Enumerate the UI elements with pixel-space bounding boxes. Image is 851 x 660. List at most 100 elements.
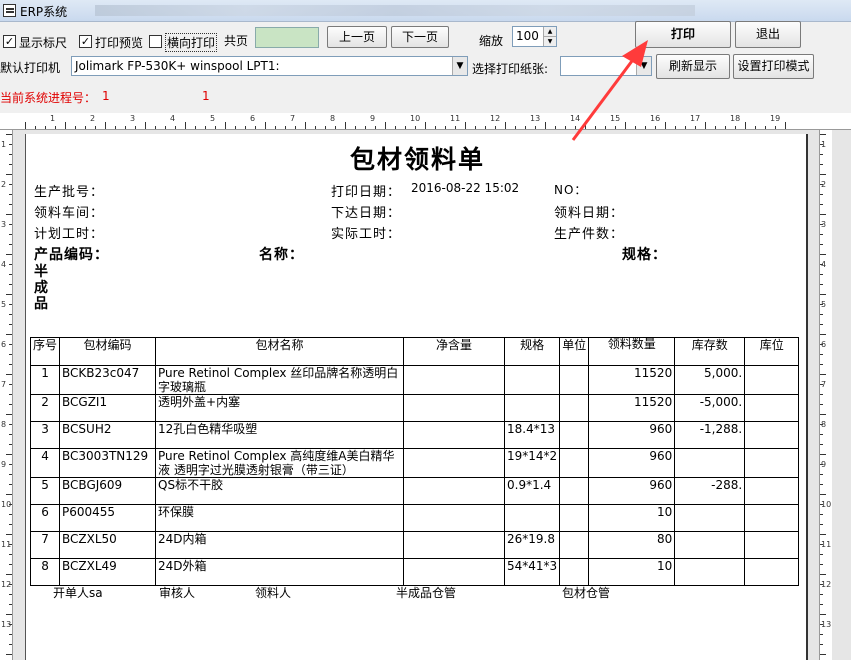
ruler-tick xyxy=(9,364,12,365)
batch-label: 生产批号： xyxy=(34,185,105,200)
ruler-number: 14 xyxy=(570,114,581,123)
ruler-tick xyxy=(9,164,12,165)
paper-select[interactable]: ▼ xyxy=(560,56,652,76)
ruler-tick xyxy=(820,254,826,255)
table-cell-qty: 80 xyxy=(588,531,676,559)
ruler-tick xyxy=(365,126,366,129)
zoom-down-arrow-icon[interactable]: ▼ xyxy=(543,37,556,46)
table-cell-loc xyxy=(744,531,800,559)
chevron-down-icon[interactable]: ▼ xyxy=(452,57,467,75)
ruler-tick xyxy=(495,126,496,129)
refresh-button[interactable]: 刷新显示 xyxy=(656,54,730,79)
ruler-tick xyxy=(9,634,12,635)
ruler-number: 8 xyxy=(821,420,827,429)
show-ruler-checkbox[interactable]: ✓ xyxy=(3,35,16,48)
table-cell-stock: -5,000. xyxy=(674,394,746,422)
ruler-tick xyxy=(175,126,176,129)
ruler-tick xyxy=(85,126,86,129)
ruler-number: 10 xyxy=(410,114,421,123)
chevron-down-icon[interactable]: ▼ xyxy=(636,57,651,75)
ruler-tick xyxy=(35,126,36,129)
table-cell-qty: 11520 xyxy=(588,365,676,395)
ruler-tick xyxy=(9,244,12,245)
zoom-up-arrow-icon[interactable]: ▲ xyxy=(543,27,556,37)
ruler-tick xyxy=(395,126,396,129)
next-page-button[interactable]: 下一页 xyxy=(391,26,449,48)
table-cell-no: 7 xyxy=(29,531,61,559)
ruler-tick xyxy=(225,122,226,129)
ruler-tick xyxy=(9,154,12,155)
ruler-number: 13 xyxy=(821,620,832,629)
table-row: 6 P600455 环保膜 10 xyxy=(29,504,800,532)
landscape-checkbox[interactable] xyxy=(149,35,162,48)
ruler-tick xyxy=(455,126,456,129)
total-pages-field[interactable] xyxy=(255,27,319,48)
table-cell-loc xyxy=(744,421,800,449)
print-button[interactable]: 打印 xyxy=(635,21,731,48)
paper-label: 选择打印纸张: xyxy=(472,62,549,76)
table-cell-loc xyxy=(744,477,800,505)
ruler-tick xyxy=(135,126,136,129)
process-label: 当前系统进程号： xyxy=(0,91,97,105)
app-icon xyxy=(3,4,16,17)
ruler-tick xyxy=(9,324,12,325)
ruler-tick xyxy=(820,244,823,245)
table-cell-spec xyxy=(504,365,561,395)
ruler-tick xyxy=(145,122,146,129)
ruler-tick xyxy=(355,126,356,129)
ruler-tick xyxy=(820,374,826,375)
print-date-value: 2016-08-22 15:02 xyxy=(411,181,520,195)
table-cell-qty: 11520 xyxy=(588,394,676,422)
ruler-tick xyxy=(555,126,556,129)
ruler-tick xyxy=(775,126,776,129)
ruler-tick xyxy=(6,574,12,575)
ruler-number: 6 xyxy=(1,340,7,349)
column-header: 库位 xyxy=(744,337,800,366)
ruler-tick xyxy=(820,414,826,415)
ruler-number: 9 xyxy=(370,114,376,123)
title-bar-obscured-region xyxy=(95,5,695,16)
prev-page-button[interactable]: 上一页 xyxy=(327,26,387,48)
exit-button[interactable]: 退出 xyxy=(735,21,801,48)
ruler-number: 13 xyxy=(530,114,541,123)
ruler-tick xyxy=(705,122,706,129)
table-cell-net xyxy=(403,421,506,449)
ruler-tick xyxy=(6,614,12,615)
setup-print-mode-button[interactable]: 设置打印模式 xyxy=(733,54,814,79)
ruler-tick xyxy=(9,194,12,195)
ruler-tick xyxy=(820,164,823,165)
ruler-tick xyxy=(9,314,12,315)
table-cell-name: Pure Retinol Complex 丝印品牌名称透明白字玻璃瓶 xyxy=(155,365,405,395)
ruler-tick xyxy=(675,126,676,129)
ruler-tick xyxy=(820,564,823,565)
ruler-tick xyxy=(820,134,826,135)
ruler-tick xyxy=(445,126,446,129)
ruler-tick xyxy=(165,126,166,129)
issue-date-label: 下达日期： xyxy=(331,206,402,221)
table-cell-code: P600455 xyxy=(59,504,157,532)
table-cell-spec: 54*41*3 xyxy=(504,558,561,586)
table-cell-loc xyxy=(744,504,800,532)
ruler-tick xyxy=(785,122,786,129)
table-cell-net xyxy=(403,504,506,532)
window-title: ERP系统 xyxy=(20,5,68,19)
ruler-number: 3 xyxy=(1,220,7,229)
table-cell-code: BCZXL50 xyxy=(59,531,157,559)
footer-pack-warehouse: 包材仓管 xyxy=(562,586,611,600)
ruler-tick xyxy=(9,424,12,425)
ruler-tick xyxy=(305,122,306,129)
ruler-number: 5 xyxy=(821,300,827,309)
printer-select[interactable]: Jolimark FP-530K+ winspool LPT1: ▼ xyxy=(71,56,468,76)
zoom-spinner[interactable]: 100 ▲ ▼ xyxy=(512,26,557,47)
column-header: 库存数 xyxy=(674,337,746,366)
ruler-tick xyxy=(635,126,636,129)
prod-qty-label: 生产件数： xyxy=(554,227,625,242)
table-row: 4 BC3003TN129 Pure Retinol Complex 高纯度维A美白… xyxy=(29,448,800,478)
print-page: 包材领料单 生产批号： 打印日期： 2016-08-22 15:02 NO： 领… xyxy=(25,134,808,660)
ruler-tick xyxy=(9,404,12,405)
print-preview-checkbox[interactable]: ✓ xyxy=(79,35,92,48)
horizontal-ruler: 1 2 3 4 5 6 7 8 9 10 11 12 13 14 15 16 17 18 19 xyxy=(0,113,851,130)
table-cell-code: BCZXL49 xyxy=(59,558,157,586)
ruler-tick xyxy=(820,204,823,205)
footer-semi-warehouse: 半成品仓管 xyxy=(396,586,457,600)
